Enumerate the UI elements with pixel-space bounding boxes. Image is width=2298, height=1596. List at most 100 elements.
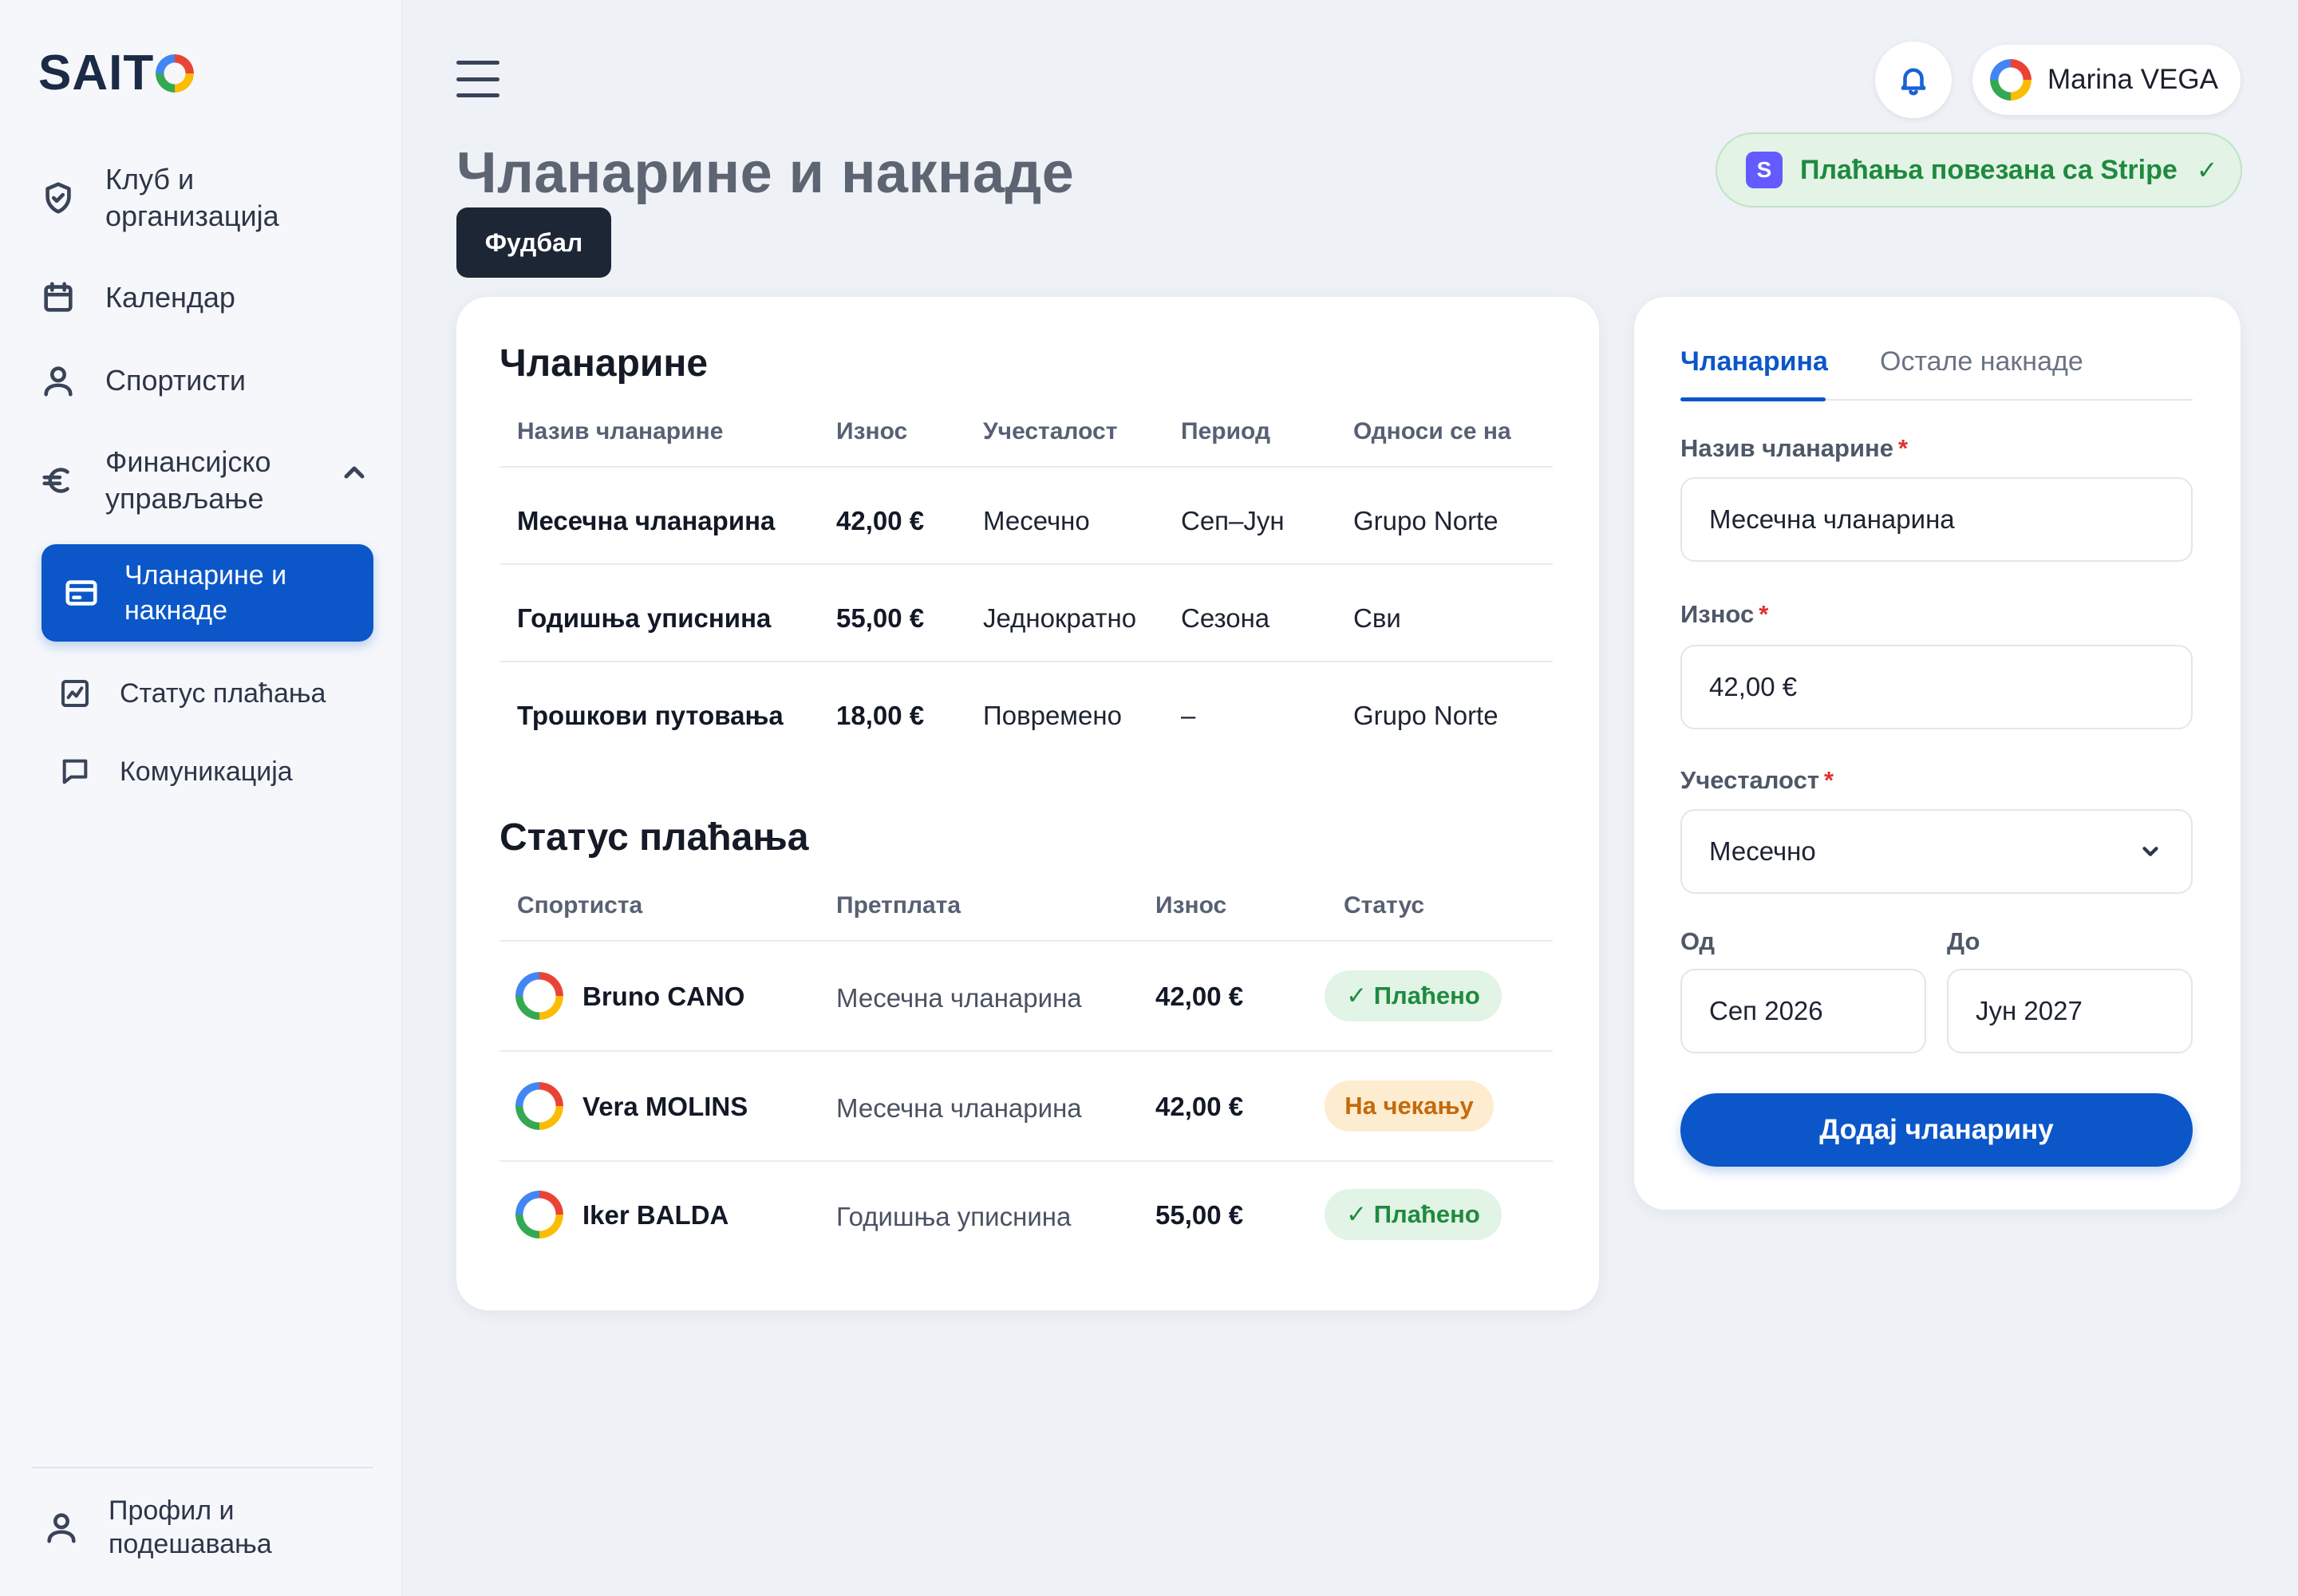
frequency-value: Месечно [1709, 836, 1816, 866]
col-header: Износ [836, 418, 908, 444]
col-header: Учесталост [983, 418, 1118, 444]
euro-icon [38, 460, 78, 500]
athlete-amount: 55,00 € [1155, 1200, 1244, 1230]
saito-logo[interactable]: SAIT [38, 45, 195, 101]
col-header: Односи се на [1353, 418, 1511, 444]
divider [499, 563, 1553, 565]
athlete-plan: Месечна чланарина [836, 1093, 1082, 1123]
amount-input[interactable]: 42,00 € [1680, 645, 2193, 729]
stripe-status-badge[interactable]: S Плаћања повезана са Stripe ✓ [1716, 132, 2242, 207]
sidebar-item-fees-label: Чланарине и накнаде [124, 558, 286, 628]
athlete-plan: Месечна чланарина [836, 983, 1082, 1013]
membership-target: Сви [1353, 603, 1401, 633]
add-membership-button[interactable]: Додај чланарину [1680, 1093, 2193, 1167]
athlete-name: Iker BALDA [582, 1200, 729, 1230]
membership-name: Годишња уписнина [517, 603, 772, 633]
athlete-amount: 42,00 € [1155, 1092, 1244, 1121]
athlete-amount: 42,00 € [1155, 982, 1244, 1011]
membership-period: Сеп–Јун [1181, 506, 1285, 535]
bell-icon [1901, 68, 1926, 96]
active-tab-indicator [1680, 397, 1826, 401]
sidebar-item-profile-line1: Профил и [109, 1495, 235, 1526]
from-label: Од [1680, 927, 1716, 955]
sidebar-item-fees[interactable]: Чланарине и накнаде [41, 544, 373, 642]
menu-icon[interactable] [456, 61, 499, 97]
sport-filter-chip[interactable]: Фудбал [456, 207, 611, 278]
status-badge: На чекању [1325, 1080, 1494, 1132]
membership-amount: 55,00 € [836, 603, 925, 633]
from-date-input[interactable]: Сеп 2026 [1680, 969, 1926, 1053]
frequency-label: Учесталост * [1680, 766, 1834, 795]
sidebar-item-fees-line2: накнаде [124, 595, 227, 626]
chevron-down-icon [2138, 839, 2162, 863]
chart-icon [57, 676, 93, 711]
membership-frequency: Месечно [983, 506, 1090, 535]
amount-label-text: Износ [1680, 600, 1755, 628]
sidebar-item-athletes-label: Спортисти [105, 364, 246, 397]
required-mark: * [1898, 434, 1909, 462]
check-icon: ✓ [2196, 156, 2218, 184]
sidebar-item-payment-status[interactable]: Статус плаћања [57, 675, 326, 712]
sidebar-item-profile[interactable]: Профил и подешавања [41, 1494, 272, 1561]
athlete-avatar [515, 1082, 563, 1130]
to-date-input[interactable]: Јун 2027 [1947, 969, 2193, 1053]
membership-amount: 18,00 € [836, 701, 925, 730]
sidebar-item-club-label: Клуб и организација [105, 161, 279, 235]
membership-name-value: Месечна чланарина [1709, 504, 1955, 534]
sidebar-item-profile-line2: подешавања [109, 1529, 272, 1559]
col-header: Статус [1344, 892, 1425, 918]
sidebar-item-athletes[interactable]: Спортисти [38, 361, 246, 401]
user-name: Marina VEGA [2047, 64, 2218, 95]
membership-frequency: Једнократно [983, 603, 1137, 633]
name-label: Назив чланарине * [1680, 434, 1908, 463]
required-mark: * [1824, 766, 1834, 794]
card-icon [62, 574, 101, 612]
membership-frequency: Повремено [983, 701, 1122, 730]
notifications-button[interactable] [1875, 41, 1952, 118]
sidebar-item-fees-line1: Чланарине и [124, 560, 287, 591]
sidebar-item-finance-label: Финансијско управљање [105, 444, 271, 517]
to-date-value: Јун 2027 [1976, 996, 2083, 1025]
membership-period: Сезона [1181, 603, 1270, 633]
athlete-name: Bruno CANO [582, 982, 745, 1011]
sidebar-item-communication-label: Комуникација [120, 757, 293, 787]
sidebar-item-club[interactable]: Клуб и организација [38, 161, 279, 235]
tab-membership[interactable]: Чланарина [1680, 346, 1828, 377]
user-icon [41, 1507, 81, 1547]
add-membership-form: Чланарина Остале накнаде Назив чланарине… [1634, 297, 2241, 1210]
memberships-title: Чланарине [499, 342, 709, 385]
divider [499, 1160, 1553, 1162]
logo-text: SAIT [38, 45, 155, 101]
frequency-select[interactable]: Месечно [1680, 809, 2193, 894]
chat-icon [57, 754, 93, 789]
col-header: Период [1181, 418, 1270, 444]
col-header: Назив чланарине [517, 418, 724, 444]
from-date-value: Сеп 2026 [1709, 996, 1823, 1025]
membership-period: – [1181, 701, 1196, 730]
divider [499, 466, 1553, 468]
chevron-up-icon[interactable] [338, 456, 370, 488]
page-title: Чланарине и накнаде [456, 141, 1075, 205]
sidebar: SAIT Клуб и организација Календар Спорти… [0, 0, 402, 1596]
membership-name-input[interactable]: Месечна чланарина [1680, 477, 2193, 562]
sidebar-item-profile-label: Профил и подешавања [109, 1494, 272, 1561]
col-header: Претплата [836, 892, 961, 918]
tab-other-fees[interactable]: Остале накнаде [1880, 346, 2083, 377]
sidebar-item-finance[interactable]: Финансијско управљање [38, 444, 271, 517]
membership-name: Месечна чланарина [517, 506, 776, 535]
calendar-icon [38, 278, 78, 318]
status-badge: ✓ Плаћено [1325, 1189, 1502, 1240]
status-badge: ✓ Плаћено [1325, 970, 1502, 1021]
amount-label: Износ * [1680, 600, 1768, 629]
membership-target: Grupo Norte [1353, 506, 1498, 535]
sidebar-divider [32, 1467, 373, 1468]
divider [499, 940, 1553, 942]
divider [499, 661, 1553, 662]
sidebar-item-calendar[interactable]: Календар [38, 278, 235, 318]
sidebar-item-club-line2: организација [105, 200, 279, 232]
user-menu[interactable]: Marina VEGA [1972, 45, 2241, 115]
athlete-avatar [515, 1191, 563, 1238]
sidebar-item-finance-line2: управљање [105, 482, 264, 515]
sidebar-item-communication[interactable]: Комуникација [57, 753, 293, 790]
fees-card: Чланарине Назив чланарине Износ Учестало… [456, 297, 1599, 1310]
